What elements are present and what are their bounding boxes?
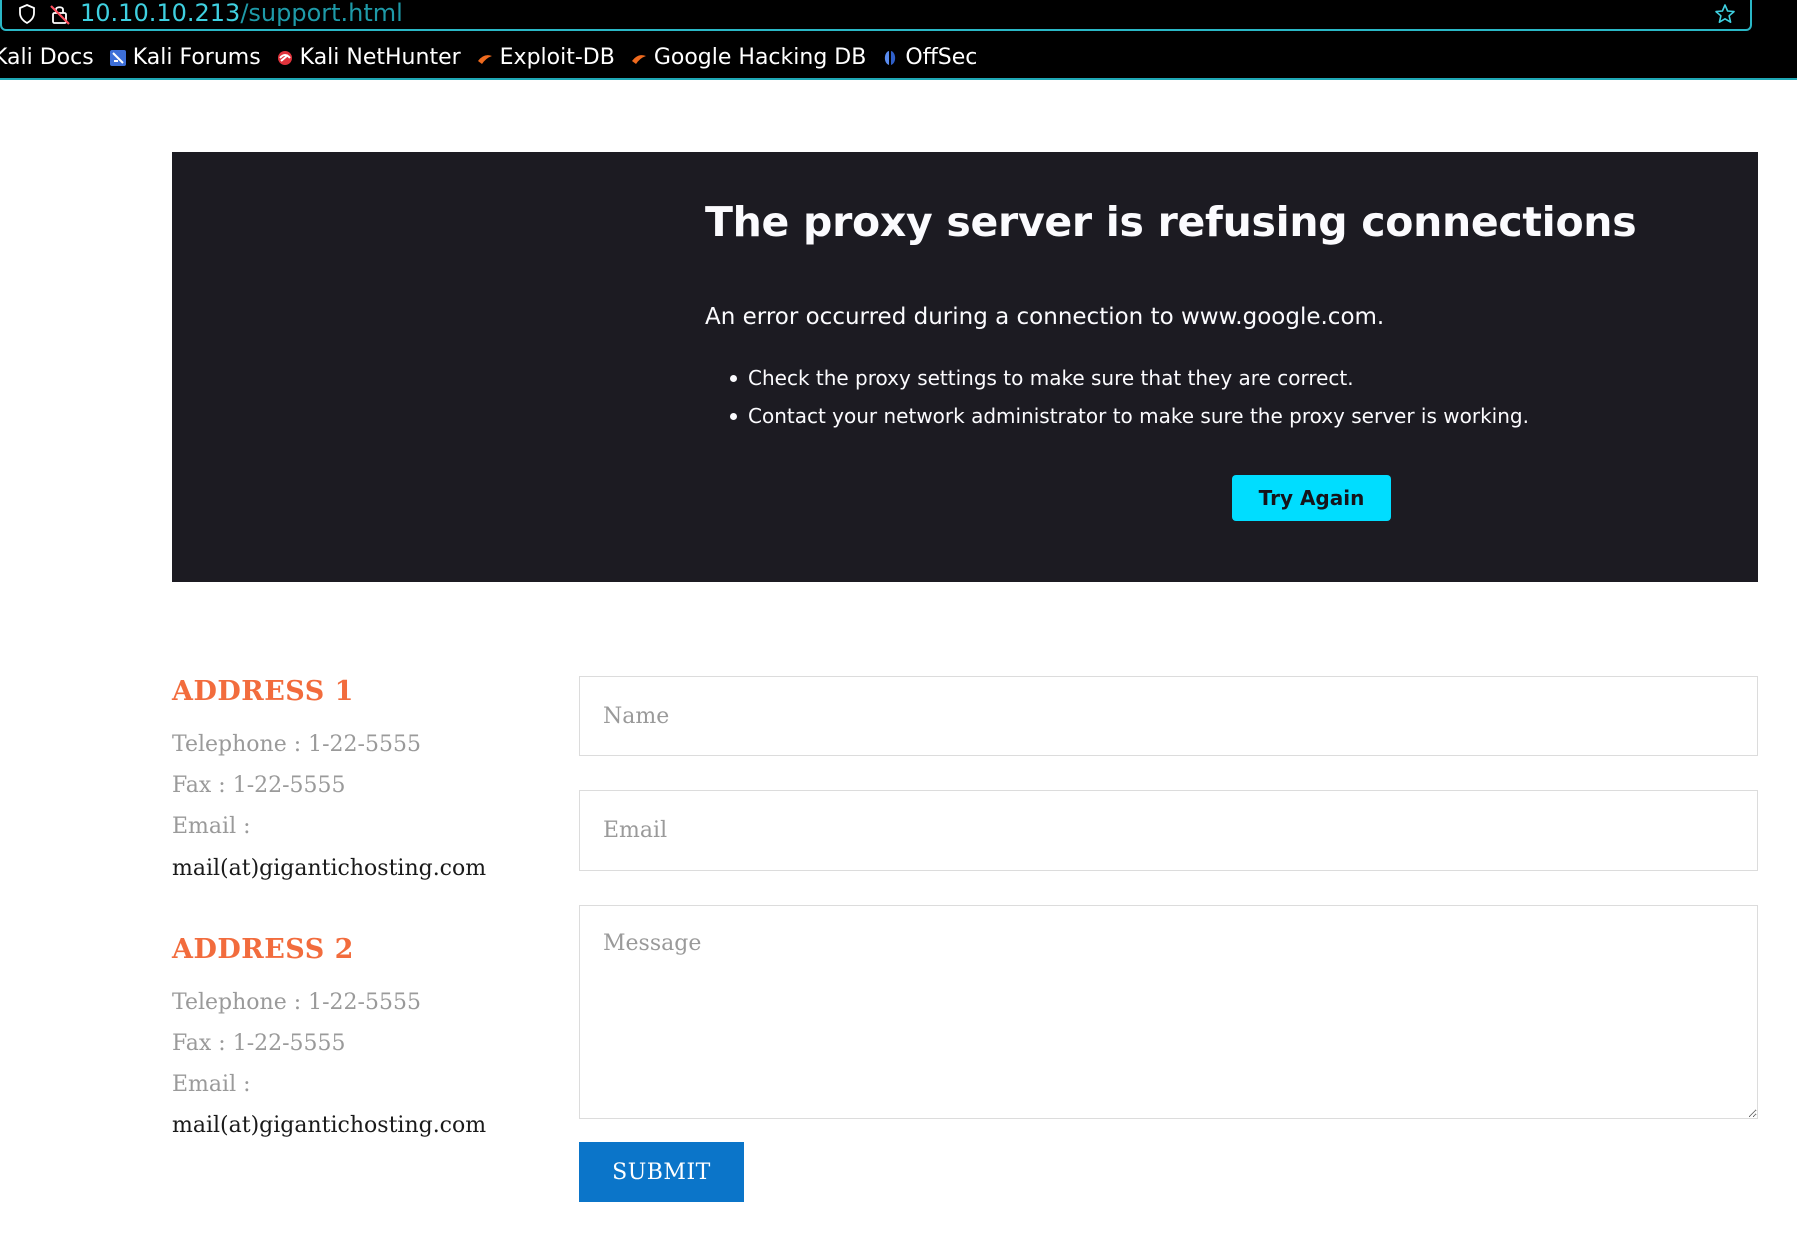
address-2-telephone: Telephone : 1-22-5555: [172, 990, 421, 1015]
proxy-error-panel: The proxy server is refusing connections…: [172, 152, 1758, 582]
address-2-email: mail(at)gigantichosting.com: [172, 1113, 487, 1138]
bookmark-kali-forums[interactable]: Kali Forums: [109, 45, 261, 71]
address-2-email-label: Email :: [172, 1072, 251, 1097]
url-bar[interactable]: 10.10.10.213/support.html: [0, 0, 1752, 31]
address-2-title: ADDRESS 2: [172, 934, 354, 965]
name-input[interactable]: [579, 676, 1758, 756]
offsec-icon: [885, 51, 896, 65]
bookmark-exploit-db[interactable]: Exploit-DB: [476, 45, 615, 71]
bookmark-label: OffSec: [905, 45, 978, 70]
error-suggestion-item: Contact your network administrator to ma…: [705, 397, 1529, 435]
address-2-fax: Fax : 1-22-5555: [172, 1031, 346, 1056]
kali-nethunter-icon: [277, 51, 292, 65]
message-textarea[interactable]: [579, 905, 1758, 1119]
error-suggestions: Check the proxy settings to make sure th…: [705, 359, 1529, 435]
google-hacking-db-icon: [631, 55, 646, 64]
bookmark-kali-nethunter[interactable]: Kali NetHunter: [276, 45, 461, 71]
address-1-fax: Fax : 1-22-5555: [172, 773, 346, 798]
error-description: An error occurred during a connection to…: [705, 304, 1385, 330]
try-again-button[interactable]: Try Again: [1232, 475, 1391, 521]
bookmark-offsec[interactable]: OffSec: [881, 45, 977, 71]
email-input[interactable]: [579, 790, 1758, 871]
kali-forums-icon: [109, 50, 126, 66]
bookmarks-toolbar: Kali Docs Kali Forums Kali NetHunter Exp…: [0, 43, 992, 73]
bookmark-label: Kali Docs: [0, 45, 94, 70]
url-host: 10.10.10.213: [80, 0, 241, 27]
url-path: /support.html: [240, 0, 403, 27]
bookmark-label: Kali NetHunter: [299, 45, 461, 70]
submit-button[interactable]: SUBMIT: [579, 1142, 744, 1202]
bookmark-label: Exploit-DB: [499, 45, 615, 70]
address-1-email-label: Email :: [172, 814, 251, 839]
bookmark-label: Google Hacking DB: [653, 45, 867, 70]
bookmark-star-icon[interactable]: [1714, 3, 1736, 25]
exploit-db-icon: [477, 55, 492, 64]
address-1-email: mail(at)gigantichosting.com: [172, 856, 487, 881]
bookmark-google-hacking-db[interactable]: Google Hacking DB: [630, 45, 866, 71]
browser-toolbar: 10.10.10.213/support.html Kali Docs Kali…: [0, 0, 1797, 80]
url-text[interactable]: 10.10.10.213/support.html: [80, 0, 403, 27]
error-title: The proxy server is refusing connections: [705, 198, 1637, 246]
address-1-title: ADDRESS 1: [172, 676, 354, 707]
insecure-lock-icon[interactable]: [50, 3, 70, 25]
bookmark-label: Kali Forums: [132, 45, 261, 70]
error-suggestion-item: Check the proxy settings to make sure th…: [705, 359, 1529, 397]
address-1-telephone: Telephone : 1-22-5555: [172, 732, 421, 757]
bookmark-kali-docs[interactable]: Kali Docs: [0, 45, 94, 71]
shield-icon[interactable]: [18, 4, 36, 24]
